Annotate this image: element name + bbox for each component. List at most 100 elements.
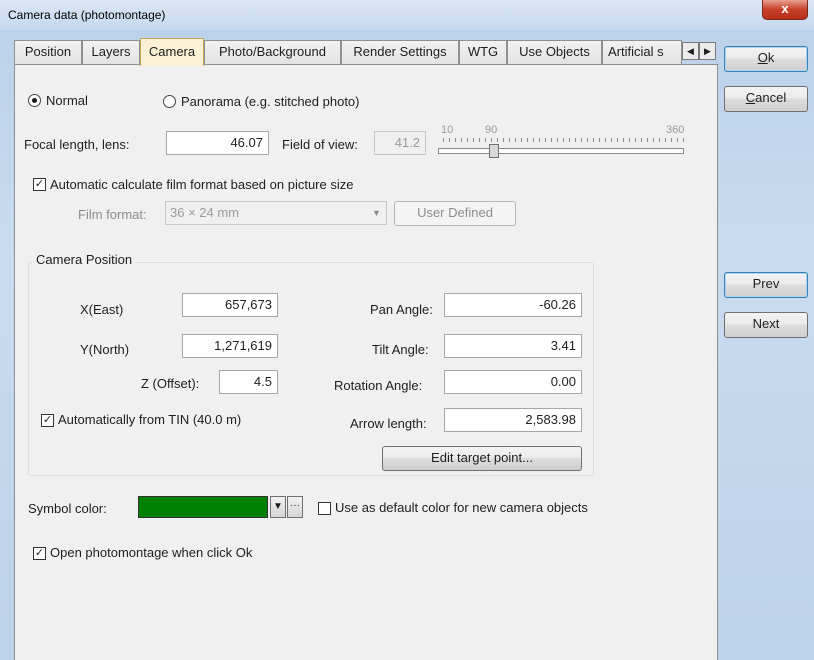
- prev-button[interactable]: Prev: [724, 272, 808, 298]
- film-format-select: 36 × 24 mm ▼: [165, 201, 387, 225]
- tab-wtg[interactable]: WTG: [459, 40, 507, 64]
- panorama-label: Panorama (e.g. stitched photo): [181, 94, 360, 109]
- fov-slider-tick: [605, 138, 606, 142]
- fov-slider-tick: [671, 138, 672, 142]
- fov-slider-tick: [473, 138, 474, 142]
- user-defined-button: User Defined: [394, 201, 516, 226]
- default-color-checkbox[interactable]: [318, 502, 331, 515]
- tab-position[interactable]: Position: [14, 40, 82, 64]
- symbol-color-label: Symbol color:: [28, 501, 107, 516]
- normal-radio[interactable]: [28, 94, 41, 107]
- tab-scroll-left-icon[interactable]: ◀: [682, 42, 699, 60]
- fov-slider-thumb[interactable]: [489, 144, 499, 158]
- tab-render-settings[interactable]: Render Settings: [341, 40, 459, 64]
- fov-slider-tick: [611, 138, 612, 142]
- film-format-value: 36 × 24 mm: [170, 205, 240, 220]
- tab-use-objects[interactable]: Use Objects: [507, 40, 602, 64]
- edit-target-point-button[interactable]: Edit target point...: [382, 446, 582, 471]
- close-button[interactable]: x: [762, 0, 808, 20]
- fov-slider-tick: [485, 138, 486, 142]
- film-format-label: Film format:: [78, 207, 147, 222]
- chevron-down-icon: ▼: [372, 208, 381, 218]
- rotation-angle-input[interactable]: 0.00: [444, 370, 582, 394]
- ok-label: k: [767, 50, 775, 65]
- field-of-view-label: Field of view:: [282, 137, 358, 152]
- tab-artificial[interactable]: Artificial s: [602, 40, 682, 64]
- pan-angle-label: Pan Angle:: [370, 302, 433, 317]
- auto-tin-checkbox[interactable]: ✓: [41, 414, 54, 427]
- fov-slider-tick: [545, 138, 546, 142]
- fov-slider-tick: [635, 138, 636, 142]
- fov-slider-tick: [521, 138, 522, 142]
- y-north-label: Y(North): [80, 342, 130, 357]
- z-offset-input[interactable]: 4.5: [219, 370, 278, 394]
- ok-button[interactable]: Ok: [724, 46, 808, 72]
- fov-slider-tick: [677, 138, 678, 142]
- open-photomontage-label: Open photomontage when click Ok: [50, 545, 253, 560]
- fov-slider-tick: [497, 138, 498, 142]
- fov-slider-tick: [647, 138, 648, 142]
- fov-slider-tick: [539, 138, 540, 142]
- fov-slider-tick: [617, 138, 618, 142]
- tab-camera[interactable]: Camera: [140, 38, 204, 66]
- ok-accelerator: O: [757, 50, 768, 65]
- fov-slider-tick: [665, 138, 666, 142]
- color-more-button[interactable]: ···: [287, 496, 303, 518]
- fov-slider-tick: [551, 138, 552, 142]
- fov-slider-tick: [563, 138, 564, 142]
- fov-slider-tick: [641, 138, 642, 142]
- focal-length-label: Focal length, lens:: [24, 137, 130, 152]
- focal-length-input[interactable]: 46.07: [166, 131, 269, 155]
- color-dropdown-chevron-icon[interactable]: ▼: [270, 496, 286, 518]
- fov-slider-tick: [467, 138, 468, 142]
- tab-photo-background[interactable]: Photo/Background: [204, 40, 341, 64]
- fov-slider-track[interactable]: [438, 148, 684, 154]
- fov-slider-tick: [527, 138, 528, 142]
- arrow-length-label: Arrow length:: [350, 416, 427, 431]
- fov-slider-tick: [569, 138, 570, 142]
- tab-scroll-right-icon[interactable]: ▶: [699, 42, 716, 60]
- pan-angle-input[interactable]: -60.26: [444, 293, 582, 317]
- fov-slider-tick: [683, 138, 684, 142]
- fov-slider-tick: [653, 138, 654, 142]
- fov-slider-tick: [581, 138, 582, 142]
- y-north-input[interactable]: 1,271,619: [182, 334, 278, 358]
- window-title: Camera data (photomontage): [8, 8, 166, 22]
- x-east-input[interactable]: 657,673: [182, 293, 278, 317]
- tab-layers[interactable]: Layers: [82, 40, 140, 64]
- fov-slider-tick: [575, 138, 576, 142]
- title-bar: Camera data (photomontage): [0, 0, 814, 30]
- fov-slider-tick: [509, 138, 510, 142]
- fov-slider-tick: [479, 138, 480, 142]
- fov-slider-tick: [491, 138, 492, 142]
- fov-slider-tick: [455, 138, 456, 142]
- fov-slider-tick: [461, 138, 462, 142]
- fov-slider-tick: [587, 138, 588, 142]
- arrow-length-input[interactable]: 2,583.98: [444, 408, 582, 432]
- fov-slider-tick: [557, 138, 558, 142]
- z-offset-label: Z (Offset):: [141, 376, 200, 391]
- fov-slider-tick: [659, 138, 660, 142]
- fov-slider-tick: [449, 138, 450, 142]
- fov-scale-mid: 90: [485, 124, 498, 136]
- tilt-angle-input[interactable]: 3.41: [444, 334, 582, 358]
- panorama-radio[interactable]: [163, 95, 176, 108]
- fov-slider-tick: [443, 138, 444, 142]
- default-color-label: Use as default color for new camera obje…: [335, 500, 588, 515]
- fov-slider-tick: [533, 138, 534, 142]
- cancel-button[interactable]: Cancel: [724, 86, 808, 112]
- fov-slider-tick: [599, 138, 600, 142]
- auto-film-format-checkbox[interactable]: ✓: [33, 178, 46, 191]
- open-photomontage-checkbox[interactable]: ✓: [33, 547, 46, 560]
- x-east-label: X(East): [80, 302, 124, 317]
- fov-slider-tick: [503, 138, 504, 142]
- auto-film-format-label: Automatic calculate film format based on…: [50, 177, 354, 192]
- symbol-color-swatch[interactable]: [138, 496, 268, 518]
- fov-slider-tick: [629, 138, 630, 142]
- fov-slider-tick: [593, 138, 594, 142]
- next-button[interactable]: Next: [724, 312, 808, 338]
- fov-slider-tick: [515, 138, 516, 142]
- cancel-label: ancel: [755, 90, 787, 105]
- fov-scale-min: 10: [441, 124, 454, 136]
- auto-tin-label: Automatically from TIN (40.0 m): [58, 412, 242, 427]
